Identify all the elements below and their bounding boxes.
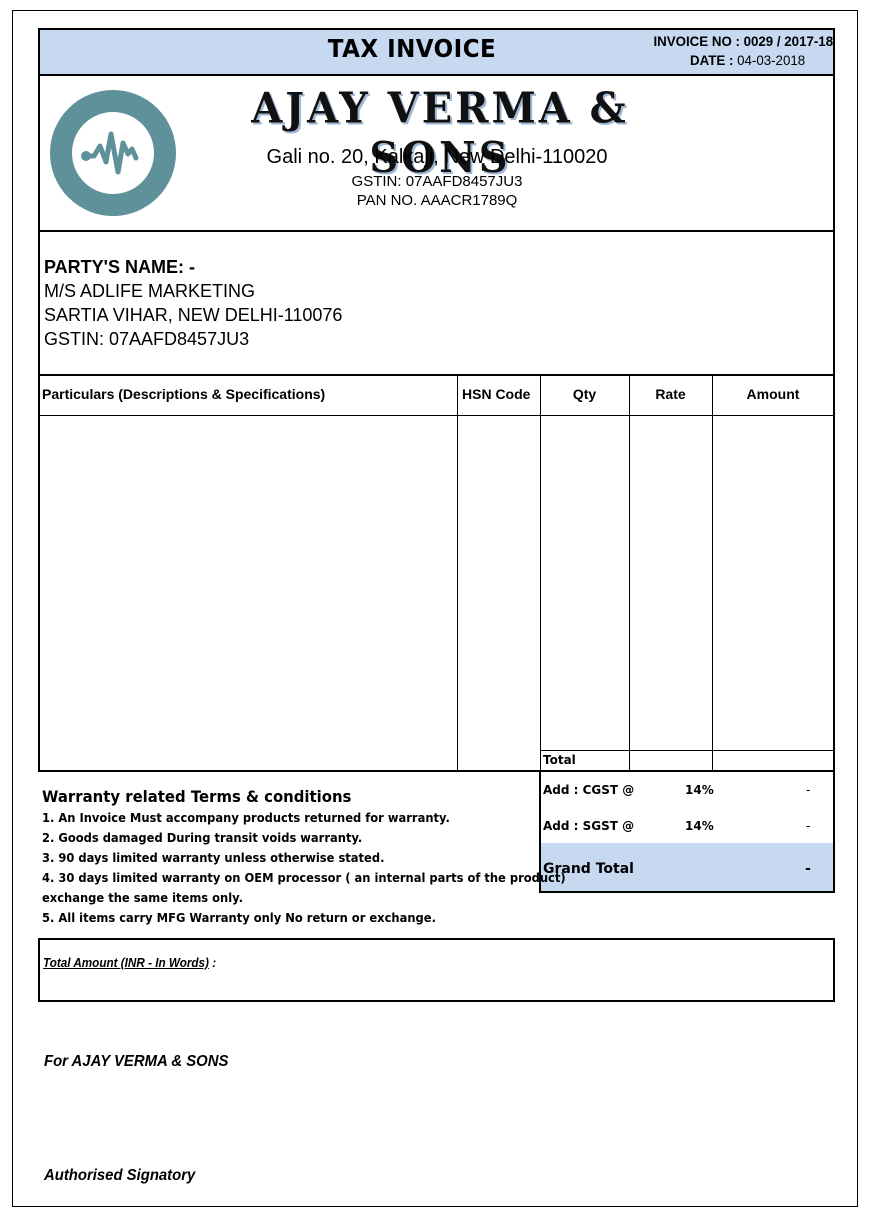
term-item: 3. 90 days limited warranty unless other…	[42, 850, 385, 865]
date-label: DATE :	[689, 52, 734, 68]
invoice-no-value: 0029 / 2017-18	[743, 33, 833, 49]
column-divider	[457, 376, 458, 770]
total-value	[713, 752, 833, 770]
party-address: SARTIA VIHAR, NEW DELHI-110076	[44, 305, 343, 325]
terms-title: Warranty related Terms & conditions	[42, 787, 352, 806]
term-item: 5. All items carry MFG Warranty only No …	[42, 910, 436, 925]
column-divider	[712, 376, 713, 770]
invoice-number: INVOICE NO : 0029 / 2017-18	[653, 33, 833, 49]
amount-in-words-label: Total Amount (INR - In Words) :	[43, 955, 216, 970]
column-header-amount: Amount	[746, 386, 800, 402]
company-pan: PAN NO. AAACR1789Q	[356, 192, 518, 209]
for-company-label: For AJAY VERMA & SONS	[44, 1053, 229, 1070]
date-value: 04-03-2018	[736, 52, 805, 68]
column-header-particulars: Particulars (Descriptions & Specificatio…	[42, 386, 326, 402]
total-row-divider	[540, 750, 833, 751]
total-label: Total	[543, 753, 576, 767]
column-header-hsn: HSN Code	[462, 386, 531, 402]
header-divider	[40, 415, 833, 416]
cgst-value: -	[806, 783, 811, 797]
cgst-label: Add : CGST @	[543, 783, 635, 797]
sgst-rate: 14%	[685, 819, 714, 833]
party-gstin: GSTIN: 07AAFD8457JU3	[44, 329, 250, 349]
invoice-no-label: INVOICE NO :	[653, 33, 740, 49]
column-divider	[629, 376, 630, 770]
column-header-rate: Rate	[655, 386, 686, 402]
company-address: Gali no. 20, Kalkaji, New Delhi-110020	[266, 146, 608, 168]
grand-total-value: -	[805, 861, 811, 877]
party-name: M/S ADLIFE MARKETING	[44, 281, 256, 301]
authorised-signatory-label: Authorised Signatory	[44, 1167, 196, 1184]
invoice-date: DATE : 04-03-2018	[690, 52, 805, 68]
party-name-label: PARTY'S NAME: -	[44, 257, 195, 277]
heartbeat-circle-icon	[48, 88, 178, 218]
items-body-particulars[interactable]	[40, 417, 456, 750]
sgst-value: -	[806, 819, 811, 833]
party-block	[38, 230, 835, 376]
amount-in-words-label-text: Total Amount (INR - In Words)	[43, 955, 209, 970]
term-item: exchange the same items only.	[42, 890, 244, 905]
term-item: 2. Goods damaged During transit voids wa…	[42, 830, 363, 845]
company-gstin: GSTIN: 07AAFD8457JU3	[351, 173, 523, 190]
sgst-label: Add : SGST @	[543, 819, 635, 833]
amount-in-words-colon: :	[212, 955, 217, 970]
column-divider	[540, 376, 541, 770]
term-item: 1. An Invoice Must accompany products re…	[42, 810, 450, 825]
column-header-qty: Qty	[572, 386, 597, 402]
term-item: 4. 30 days limited warranty on OEM proce…	[42, 870, 566, 885]
amount-in-words-box	[38, 938, 835, 1002]
cgst-rate: 14%	[685, 783, 714, 797]
